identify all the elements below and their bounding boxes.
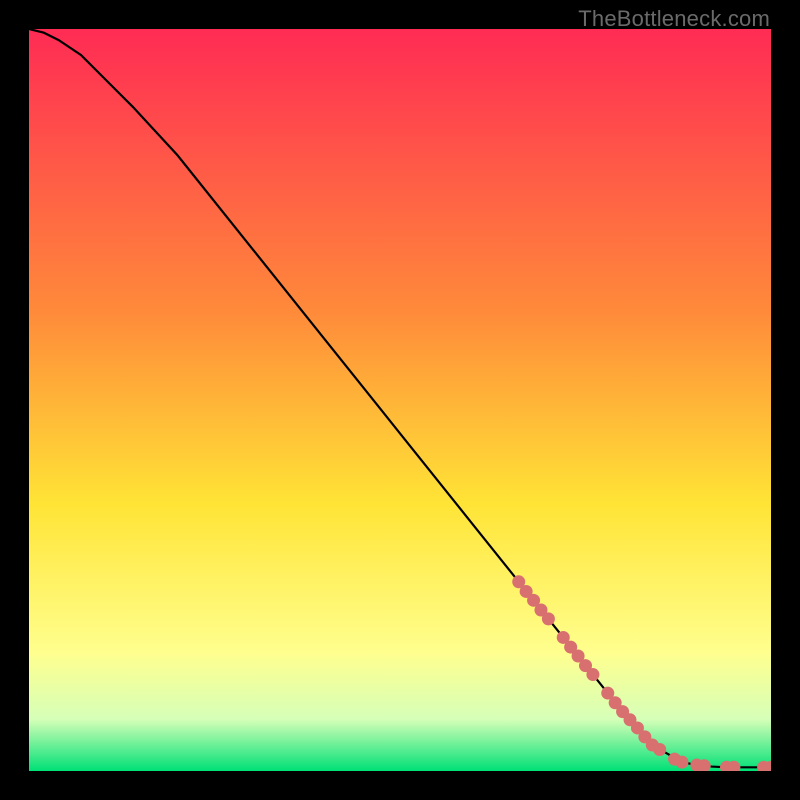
gradient-background [29,29,771,771]
chart-frame: TheBottleneck.com [0,0,800,800]
highlight-dot [675,756,688,769]
chart-plot-area [29,29,771,771]
highlight-dot [653,743,666,756]
highlight-dot [586,668,599,681]
highlight-dot [542,612,555,625]
chart-svg [29,29,771,771]
